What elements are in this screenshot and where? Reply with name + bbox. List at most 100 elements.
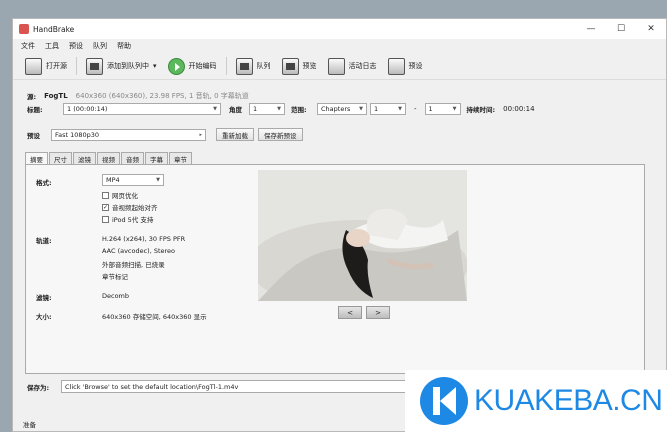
- title-value: 1 (00:00:14): [67, 105, 108, 113]
- tab-summary[interactable]: 摘要: [25, 152, 48, 164]
- duration-value: 00:00:14: [503, 105, 535, 113]
- title-label: 标题:: [27, 106, 43, 114]
- tab-audio[interactable]: 音频: [121, 152, 144, 164]
- preset-label: 预设: [27, 131, 40, 140]
- range-end-select[interactable]: 1 ▼: [424, 103, 461, 115]
- activity-log-icon: [327, 57, 345, 75]
- angle-select[interactable]: 1 ▼: [249, 103, 285, 115]
- window-title: HandBrake: [33, 24, 75, 34]
- track-video: H.264 (x264), 30 FPS PFR: [102, 235, 186, 243]
- tracks-label: 轨道:: [36, 237, 52, 245]
- watermark-text: KUAKEBA.CN: [474, 384, 663, 417]
- source-name: FogTL: [44, 92, 68, 100]
- menu-queue[interactable]: 队列: [93, 41, 107, 51]
- chevron-down-icon: ▼: [452, 106, 457, 112]
- presets-label: 预设: [408, 62, 423, 70]
- preset-value: Fast 1080p30: [55, 130, 100, 139]
- queue-label: 队列: [256, 62, 271, 70]
- chevron-down-icon: ▼: [277, 106, 281, 112]
- align-av-label: 音视频起始对齐: [112, 204, 158, 212]
- format-label: 格式:: [36, 179, 52, 187]
- format-select[interactable]: MP4 ▼: [102, 174, 164, 186]
- preset-row: 预设 Fast 1080p30 ▸ 重新加载 保存新预设: [27, 128, 303, 141]
- checkbox-box: [102, 191, 109, 199]
- activity-log-button[interactable]: 活动日志: [324, 55, 381, 77]
- presets-icon: [387, 57, 405, 75]
- title-row: 标题: 1 (00:00:14) ▼ 角度 1 ▼ 范围: Chapters ▼ 1 ▼…: [27, 103, 535, 115]
- watermark: KUAKEBA.CN: [405, 370, 667, 432]
- next-preview-button[interactable]: >: [366, 306, 390, 319]
- title-bar: HandBrake — ☐ ✕: [13, 19, 666, 39]
- ipod-checkbox[interactable]: iPod 5代 支持: [102, 214, 153, 224]
- maximize-button[interactable]: ☐: [606, 19, 636, 39]
- queue-icon: [235, 57, 253, 75]
- activity-log-label: 活动日志: [348, 62, 377, 70]
- web-optimized-checkbox[interactable]: 网页优化: [102, 190, 138, 200]
- source-row: 源: FogTL 640x360 (640x360), 23.98 FPS, 1…: [27, 91, 249, 101]
- duration-label: 持续时间:: [466, 106, 496, 114]
- chevron-right-icon: ▸: [199, 131, 202, 138]
- menu-help[interactable]: 帮助: [117, 41, 131, 51]
- tab-dimensions[interactable]: 尺寸: [49, 152, 72, 164]
- track-audio: AAC (avcodec), Stereo: [102, 247, 176, 255]
- tab-video[interactable]: 视频: [97, 152, 120, 164]
- range-end-value: 1: [428, 105, 433, 113]
- preview-button[interactable]: 预览: [278, 55, 321, 77]
- tab-filters[interactable]: 滤镜: [73, 152, 96, 164]
- preview-icon: [281, 57, 299, 75]
- range-type-select[interactable]: Chapters ▼: [317, 103, 367, 115]
- start-encode-label: 开始编码: [188, 62, 217, 70]
- save-as-label: 保存为:: [27, 383, 50, 392]
- reload-button[interactable]: 重新加载: [216, 128, 254, 141]
- presets-button[interactable]: 预设: [384, 55, 427, 77]
- add-queue-icon: [86, 57, 103, 75]
- preview-label: 预览: [302, 62, 317, 70]
- chevron-down-icon: ▼: [213, 106, 217, 112]
- chevron-down-icon: ▼: [359, 106, 363, 112]
- angle-label: 角度: [229, 106, 242, 114]
- menu-presets[interactable]: 预设: [69, 41, 83, 51]
- summary-panel: 格式: MP4 ▼ 网页优化 ✓ 音视频起始对齐 iPod 5代 支持 轨道: H…: [25, 164, 645, 374]
- web-optimized-label: 网页优化: [112, 192, 138, 200]
- tab-subtitles[interactable]: 字幕: [145, 152, 168, 164]
- queue-button[interactable]: 队列: [232, 55, 275, 77]
- minimize-button[interactable]: —: [576, 19, 606, 39]
- range-dash: -: [414, 105, 417, 113]
- filters-value: Decomb: [102, 292, 130, 300]
- add-to-queue-button[interactable]: 添加到队列中 ▾: [82, 55, 161, 77]
- title-select[interactable]: 1 (00:00:14) ▼: [63, 103, 221, 115]
- size-value: 640x360 存储空间, 640x360 显示: [102, 313, 207, 321]
- prev-preview-button[interactable]: <: [338, 306, 362, 319]
- chevron-down-icon: ▼: [156, 177, 160, 183]
- handbrake-icon: [19, 24, 29, 34]
- toolbar: 打开源 添加到队列中 ▾ 开始编码 队列 预览 活动日志 预设: [13, 53, 666, 80]
- ipod-label: iPod 5代 支持: [112, 216, 154, 224]
- track-chapters: 章节标记: [102, 273, 128, 281]
- save-path-value: Click 'Browse' to set the default locati…: [65, 382, 239, 391]
- source-label: 源:: [27, 93, 37, 101]
- save-new-preset-button[interactable]: 保存新预设: [258, 128, 303, 141]
- chevron-down-icon: ▼: [398, 106, 402, 112]
- range-type-value: Chapters: [321, 105, 351, 113]
- start-encode-button[interactable]: 开始编码: [164, 55, 221, 77]
- range-start-value: 1: [374, 105, 379, 113]
- preview-photo: [258, 170, 467, 301]
- menu-tools[interactable]: 工具: [45, 41, 59, 51]
- tab-chapters[interactable]: 章节: [169, 152, 192, 164]
- preset-select[interactable]: Fast 1080p30 ▸: [51, 128, 206, 141]
- preview-image: [258, 170, 467, 301]
- film-icon: [25, 57, 42, 75]
- range-label: 范围:: [291, 106, 307, 114]
- add-queue-label: 添加到队列中: [107, 62, 149, 70]
- source-info: 640x360 (640x360), 23.98 FPS, 1 音轨, 0 字幕…: [75, 92, 249, 100]
- chevron-down-icon[interactable]: ▾: [153, 62, 157, 70]
- checkbox-box: [102, 215, 109, 223]
- open-source-button[interactable]: 打开源: [21, 55, 71, 77]
- range-start-select[interactable]: 1 ▼: [370, 103, 406, 115]
- close-button[interactable]: ✕: [636, 19, 666, 39]
- menu-file[interactable]: 文件: [21, 41, 35, 51]
- status-text: 准备: [23, 421, 36, 429]
- align-av-checkbox[interactable]: ✓ 音视频起始对齐: [102, 202, 158, 212]
- format-value: MP4: [106, 176, 120, 184]
- play-icon: [167, 57, 185, 75]
